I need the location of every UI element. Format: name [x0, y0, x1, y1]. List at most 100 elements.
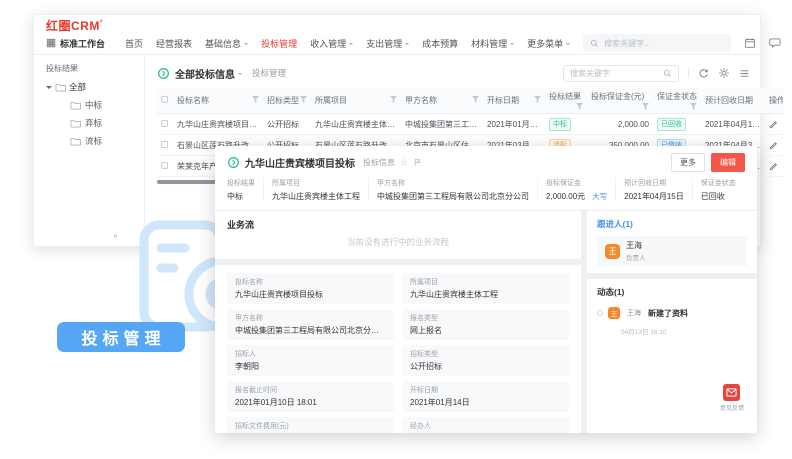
sidebar-item-1[interactable]: 弃标 [70, 117, 144, 129]
filter-icon[interactable] [472, 96, 479, 103]
row-checkbox-cell [157, 135, 173, 156]
nav-item-3[interactable]: 投标管理 [261, 37, 297, 50]
view-dropdown-icon[interactable] [238, 73, 242, 77]
module-icon [157, 67, 170, 80]
nav-item-0[interactable]: 首页 [125, 37, 143, 50]
menu-icon[interactable] [739, 68, 750, 79]
flag-icon[interactable] [413, 158, 422, 167]
column-header-4[interactable]: 甲方名称 [401, 88, 483, 114]
follower-info: 王海负责人 [626, 240, 646, 262]
chevron-down-icon [405, 43, 409, 47]
party-a-cell[interactable]: 中城投集团第三工程... [401, 114, 483, 135]
column-header-2[interactable]: 招标类型 [263, 88, 311, 114]
column-header-3[interactable]: 所属项目 [311, 88, 401, 114]
column-header-8[interactable]: 保证金状态 [653, 88, 701, 114]
feedback-label: 意见反馈 [720, 403, 744, 412]
summary-label: 投标保证金 [546, 178, 607, 188]
field-label: 报名类型 [410, 313, 561, 323]
sidebar-item-all[interactable]: 全部 [46, 81, 144, 93]
detail-field-0-5: 招标类型公开招标 [402, 345, 569, 376]
summary-value[interactable]: 九华山庄贵宾楼主体工程 [272, 191, 360, 202]
sidebar-collapse[interactable]: « [114, 231, 118, 240]
column-header-0 [157, 88, 173, 114]
workbench-grid-icon[interactable] [46, 38, 56, 48]
timeline-dot-icon [597, 310, 603, 316]
more-button[interactable]: 更多 [671, 153, 705, 172]
column-header-label: 保证金状态 [657, 92, 697, 101]
feedback-widget[interactable]: 意见反馈 [720, 384, 744, 412]
bid-detail-modal: 九华山庄贵宾楼项目投标 投标信息 ☆ 更多 编辑 投标结果中标所属项目九华山庄贵… [215, 146, 757, 433]
summary-field-1: 所属项目九华山庄贵宾楼主体工程 [272, 178, 369, 202]
nav-item-8[interactable]: 更多菜单 [527, 37, 570, 50]
nav-item-7[interactable]: 材料管理 [471, 37, 514, 50]
sidebar-item-label: 全部 [69, 81, 86, 93]
folder-icon [70, 136, 81, 146]
filter-icon[interactable] [576, 103, 583, 110]
edit-icon[interactable] [769, 120, 779, 129]
select-all-checkbox[interactable] [161, 96, 168, 103]
filter-icon[interactable] [534, 96, 541, 103]
nav-item-5[interactable]: 支出管理 [366, 37, 409, 50]
sidebar-item-2[interactable]: 流标 [70, 135, 144, 147]
summary-label: 保证金状态 [701, 178, 736, 188]
deposit-status-tag: 已回收 [657, 118, 686, 131]
nav-item-4[interactable]: 收入管理 [310, 37, 353, 50]
nav-item-2[interactable]: 基础信息 [205, 37, 248, 50]
row-checkbox[interactable] [161, 120, 168, 127]
filter-icon[interactable] [642, 103, 649, 110]
column-header-5[interactable]: 开标日期 [483, 88, 545, 114]
detail-field-0-0: 投标名称九华山庄贵宾楼项目投标 [227, 273, 394, 304]
gear-icon[interactable] [718, 67, 730, 79]
column-header-6[interactable]: 投标结果 [545, 88, 587, 114]
workbench-label[interactable]: 标准工作台 [60, 37, 105, 50]
field-value: 2021年01月14日 [410, 397, 561, 408]
column-header-1[interactable]: 投标名称 [173, 88, 263, 114]
summary-label: 所属项目 [272, 178, 360, 188]
filter-icon[interactable] [252, 96, 259, 103]
sidebar: 投标结果 全部 中标弃标流标 « [34, 55, 145, 246]
refresh-icon[interactable] [698, 68, 709, 79]
summary-field-5: 保证金状态已回收 [701, 178, 744, 202]
tree-expand-icon[interactable] [46, 86, 52, 92]
nav-item-6[interactable]: 成本预算 [422, 37, 458, 50]
global-search-input[interactable]: 搜索关键字... [583, 34, 731, 52]
sidebar-item-0[interactable]: 中标 [70, 99, 144, 111]
column-header-7[interactable]: 投标保证金(元) [587, 88, 653, 114]
actions-cell [765, 135, 783, 156]
field-label: 投标名称 [235, 277, 386, 287]
bid-name-cell[interactable]: 九华山庄贵宾楼项目投标 [173, 114, 263, 135]
field-value[interactable]: 中城投集团第三工程局有限公司北京分公司 [235, 325, 386, 336]
folder-icon [55, 82, 66, 92]
column-header-label: 所属项目 [315, 96, 347, 105]
nav-item-label: 经营报表 [156, 37, 192, 50]
field-value[interactable]: 九华山庄贵宾楼主体工程 [410, 289, 561, 300]
field-label: 招标文件费用(元) [235, 421, 386, 431]
nav-item-1[interactable]: 经营报表 [156, 37, 192, 50]
filter-icon[interactable] [390, 96, 397, 103]
column-header-label: 操作 [769, 96, 783, 105]
uppercase-link[interactable]: 大写 [592, 192, 607, 201]
module-icon [227, 156, 240, 169]
edit-button[interactable]: 编辑 [711, 153, 745, 172]
project-cell[interactable]: 九华山庄贵宾楼主体工程 [311, 114, 401, 135]
nav-item-label: 更多菜单 [527, 37, 563, 50]
workflow-section: 业务流 当前没有进行中的业务流程 [215, 211, 581, 259]
recover-date-cell: 2021年04月15日 [701, 114, 765, 135]
view-title[interactable]: 全部投标信息 [175, 66, 235, 81]
edit-icon[interactable] [769, 141, 779, 150]
column-header-10: 操作 [765, 88, 783, 114]
column-header-label: 甲方名称 [405, 96, 437, 105]
edit-icon[interactable] [769, 162, 779, 171]
star-icon[interactable]: ☆ [400, 158, 408, 167]
row-checkbox[interactable] [161, 141, 168, 148]
fields-grid: 投标名称九华山庄贵宾楼项目投标所属项目九华山庄贵宾楼主体工程甲方名称中城投集团第… [227, 273, 569, 433]
list-search-input[interactable]: 搜索关键字 [563, 65, 679, 82]
folder-icon [70, 118, 81, 128]
chat-icon[interactable] [769, 37, 781, 49]
summary-value[interactable]: 中城投集团第三工程局有限公司北京分公司 [377, 191, 529, 202]
calendar-icon[interactable] [744, 37, 756, 49]
filter-icon[interactable] [690, 103, 697, 110]
chevron-down-icon [510, 43, 514, 47]
filter-icon[interactable] [300, 96, 307, 103]
row-checkbox[interactable] [161, 162, 168, 169]
